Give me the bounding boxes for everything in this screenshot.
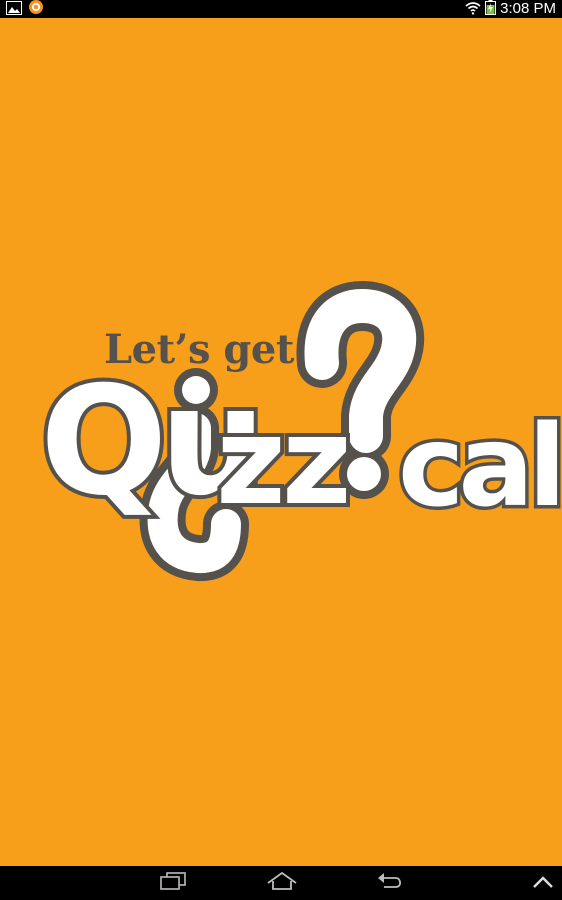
wordmark-right: cal — [395, 399, 562, 536]
wordmark-middle: zz — [212, 389, 356, 536]
svg-text:cal: cal — [398, 402, 560, 532]
svg-text:zz: zz — [216, 393, 348, 532]
app-notification-icon — [28, 0, 44, 19]
status-right-icons: 3:08 PM — [465, 0, 556, 18]
recent-apps-icon — [159, 872, 187, 894]
quizzical-logo: Let’s get Qu zz cal — [36, 280, 562, 581]
splash-screen: Let’s get Qu zz cal — [0, 18, 562, 866]
home-icon — [266, 871, 298, 895]
menu-up-button[interactable] — [526, 866, 560, 900]
back-icon — [376, 871, 404, 895]
status-bar: 3:08 PM — [0, 0, 562, 18]
status-clock: 3:08 PM — [500, 0, 556, 17]
navigation-bar — [0, 866, 562, 900]
recent-apps-button[interactable] — [148, 866, 198, 900]
menu-up-icon — [532, 874, 554, 893]
back-button[interactable] — [364, 866, 416, 900]
gallery-notification-icon — [6, 0, 22, 19]
wifi-icon — [465, 0, 481, 19]
status-left-icons — [6, 0, 44, 19]
home-button[interactable] — [256, 866, 308, 900]
battery-charging-icon — [485, 0, 497, 19]
